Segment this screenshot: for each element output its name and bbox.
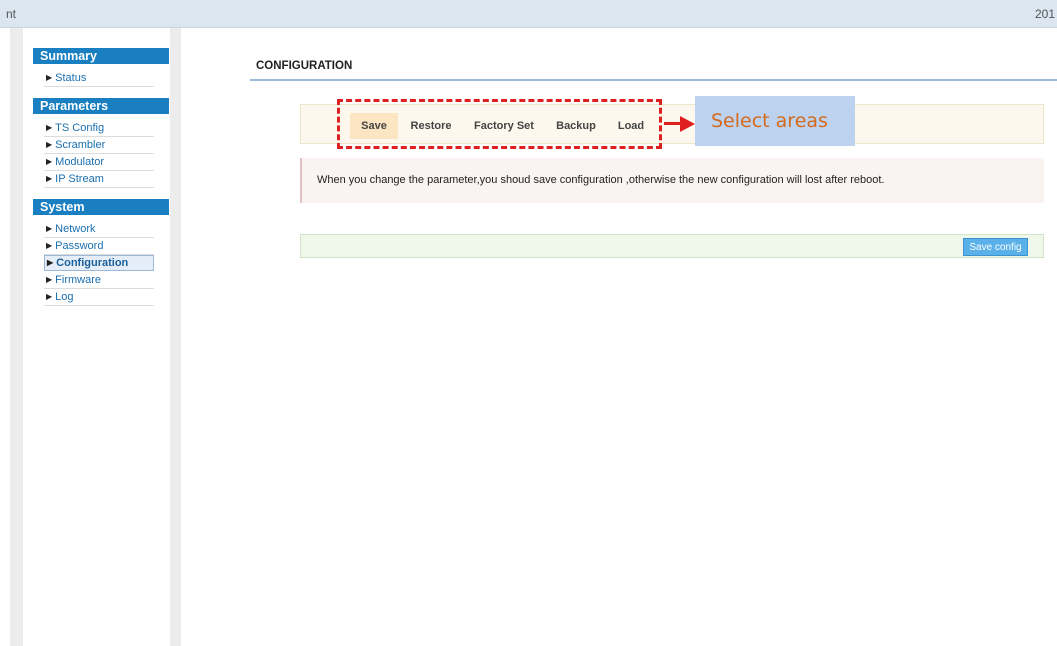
sidebar-item-password[interactable]: ▶ Password — [44, 239, 154, 255]
triangle-right-icon: ▶ — [46, 174, 53, 183]
right-gutter — [170, 28, 181, 646]
sidebar-item-configuration[interactable]: ▶ Configuration — [44, 255, 154, 271]
sidebar-item-label: Network — [55, 223, 96, 235]
sidebar-item-ip-stream[interactable]: ▶ IP Stream — [44, 172, 154, 188]
warning-message: When you change the parameter,you shoud … — [300, 158, 1044, 203]
triangle-right-icon: ▶ — [47, 258, 54, 267]
sidebar-item-label: Firmware — [55, 274, 101, 286]
sidebar-item-network[interactable]: ▶ Network — [44, 222, 154, 238]
sidebar: Summary ▶ Status Parameters ▶ TS Config ▶ S… — [23, 28, 170, 646]
sidebar-item-firmware[interactable]: ▶ Firmware — [44, 273, 154, 289]
header-left-text: nt — [6, 7, 17, 21]
left-gutter — [10, 28, 23, 646]
sidebar-item-label: TS Config — [55, 122, 105, 134]
sidebar-item-scrambler[interactable]: ▶ Scrambler — [44, 138, 154, 154]
sidebar-item-label: Log — [55, 291, 74, 303]
triangle-right-icon: ▶ — [46, 241, 53, 250]
triangle-right-icon: ▶ — [46, 73, 53, 82]
section-summary: Summary — [33, 48, 169, 64]
sidebar-item-label: Modulator — [55, 156, 105, 168]
sidebar-item-log[interactable]: ▶ Log — [44, 290, 154, 306]
sidebar-item-label: Status — [55, 72, 87, 84]
sidebar-item-label: Scrambler — [55, 139, 106, 151]
sidebar-item-ts-config[interactable]: ▶ TS Config — [44, 121, 154, 137]
title-divider — [250, 79, 1057, 81]
top-bar: nt 201 — [0, 0, 1057, 28]
sidebar-item-label: IP Stream — [55, 173, 104, 185]
arrow-head-icon — [680, 116, 695, 132]
section-parameters: Parameters — [33, 98, 169, 114]
save-config-button[interactable]: Save config — [963, 238, 1028, 256]
section-system: System — [33, 199, 169, 215]
annotation-callout: Select areas — [695, 96, 855, 146]
sidebar-item-label: Configuration — [56, 257, 129, 269]
save-bar — [300, 234, 1044, 258]
sidebar-item-status[interactable]: ▶ Status — [44, 71, 154, 87]
triangle-right-icon: ▶ — [46, 123, 53, 132]
annotation-highlight-box — [337, 99, 662, 149]
triangle-right-icon: ▶ — [46, 275, 53, 284]
page-title: CONFIGURATION — [256, 60, 353, 72]
header-right-text: 201 — [1034, 7, 1055, 21]
triangle-right-icon: ▶ — [46, 157, 53, 166]
triangle-right-icon: ▶ — [46, 224, 53, 233]
sidebar-item-modulator[interactable]: ▶ Modulator — [44, 155, 154, 171]
sidebar-item-label: Password — [55, 240, 104, 252]
triangle-right-icon: ▶ — [46, 292, 53, 301]
triangle-right-icon: ▶ — [46, 140, 53, 149]
